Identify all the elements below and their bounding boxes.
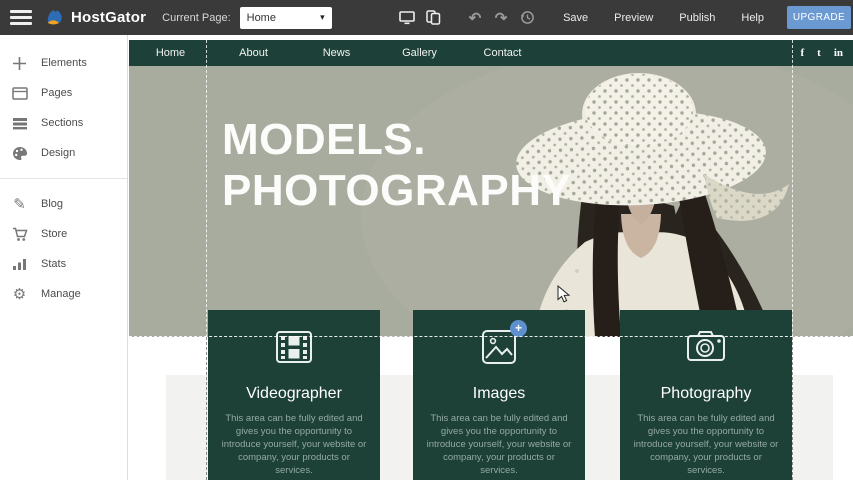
sidebar-item-sections[interactable]: Sections xyxy=(0,108,127,138)
feature-card-photography[interactable]: Photography This area can be fully edite… xyxy=(620,310,792,480)
palette-icon xyxy=(11,145,28,162)
site-preview-canvas[interactable]: Home About News Gallery Contact f t in xyxy=(129,35,853,480)
gear-icon: ⚙ xyxy=(11,286,28,303)
sidebar-item-blog[interactable]: ✎ Blog xyxy=(0,189,127,219)
pencil-icon: ✎ xyxy=(11,196,28,213)
sidebar-item-label: Stats xyxy=(41,258,66,270)
current-page-label: Current Page: xyxy=(162,12,230,24)
page-select-value: Home xyxy=(247,12,320,24)
toolbar-right-group: ↶ ↷ Save Preview Publish Help UPGRADE xyxy=(394,6,853,29)
page-select-dropdown[interactable]: Home ▾ xyxy=(240,7,332,29)
hamburger-menu-icon[interactable] xyxy=(10,10,32,25)
undo-icon[interactable]: ↶ xyxy=(462,7,488,29)
site-nav-gallery[interactable]: Gallery xyxy=(378,47,461,59)
film-icon xyxy=(274,327,314,367)
image-plus-icon: + xyxy=(479,327,519,367)
brand-name: HostGator xyxy=(71,9,146,26)
history-icon[interactable] xyxy=(514,7,540,29)
pages-icon xyxy=(11,85,28,102)
sidebar-item-label: Design xyxy=(41,147,75,159)
site-nav-contact[interactable]: Contact xyxy=(461,47,544,59)
hostgator-logo: HostGator xyxy=(44,7,146,29)
site-navbar[interactable]: Home About News Gallery Contact f t in xyxy=(129,40,853,66)
card-title: Photography xyxy=(620,385,792,403)
sections-icon xyxy=(11,115,28,132)
plus-icon xyxy=(11,55,28,72)
hero-title-line2: PHOTOGRAPHY xyxy=(222,165,571,216)
save-button[interactable]: Save xyxy=(550,12,601,24)
cart-icon xyxy=(11,226,28,243)
publish-button[interactable]: Publish xyxy=(666,12,728,24)
app-window: HostGator Current Page: Home ▾ ↶ ↷ xyxy=(0,0,853,480)
upgrade-button[interactable]: UPGRADE xyxy=(787,6,851,29)
card-body: This area can be fully edited and gives … xyxy=(208,412,380,478)
sidebar-divider xyxy=(0,178,127,179)
preview-button[interactable]: Preview xyxy=(601,12,666,24)
camera-icon xyxy=(684,327,728,367)
sidebar-item-elements[interactable]: Elements xyxy=(0,48,127,78)
stats-icon xyxy=(11,256,28,273)
sidebar-item-stats[interactable]: Stats xyxy=(0,249,127,279)
chevron-down-icon: ▾ xyxy=(320,12,325,23)
sidebar-item-label: Elements xyxy=(41,57,87,69)
card-title: Videographer xyxy=(208,385,380,403)
card-body: This area can be fully edited and gives … xyxy=(620,412,792,478)
facebook-icon[interactable]: f xyxy=(800,47,804,59)
card-title: Images xyxy=(413,385,585,403)
site-nav-home[interactable]: Home xyxy=(129,47,212,59)
help-button[interactable]: Help xyxy=(728,12,777,24)
sidebar-item-label: Store xyxy=(41,228,67,240)
editor-toolbar: HostGator Current Page: Home ▾ ↶ ↷ xyxy=(0,0,853,35)
sidebar-item-store[interactable]: Store xyxy=(0,219,127,249)
add-image-badge[interactable]: + xyxy=(510,320,527,337)
hero-title-line1: MODELS. xyxy=(222,114,571,165)
redo-icon[interactable]: ↷ xyxy=(488,7,514,29)
gator-icon xyxy=(44,7,66,29)
sidebar-item-manage[interactable]: ⚙ Manage xyxy=(0,279,127,309)
sidebar-item-label: Sections xyxy=(41,117,83,129)
sidebar-item-label: Blog xyxy=(41,198,63,210)
card-body: This area can be fully edited and gives … xyxy=(413,412,585,478)
twitter-icon[interactable]: t xyxy=(817,47,821,59)
sidebar-item-design[interactable]: Design xyxy=(0,138,127,168)
hero-title[interactable]: MODELS. PHOTOGRAPHY xyxy=(222,114,571,216)
site-nav-about[interactable]: About xyxy=(212,47,295,59)
feature-card-images[interactable]: + Images This area can be fully edited a… xyxy=(413,310,585,480)
sidebar-item-label: Pages xyxy=(41,87,72,99)
site-nav-news[interactable]: News xyxy=(295,47,378,59)
hero-section[interactable]: MODELS. PHOTOGRAPHY xyxy=(129,66,853,337)
linkedin-icon[interactable]: in xyxy=(834,47,843,59)
social-links: f t in xyxy=(800,47,843,59)
editor-sidebar: Elements Pages Sections Design ✎ Blog xyxy=(0,35,128,480)
mobile-view-icon[interactable] xyxy=(420,7,446,29)
feature-card-videographer[interactable]: Videographer This area can be fully edit… xyxy=(208,310,380,480)
sidebar-item-pages[interactable]: Pages xyxy=(0,78,127,108)
desktop-view-icon[interactable] xyxy=(394,7,420,29)
sidebar-item-label: Manage xyxy=(41,288,81,300)
